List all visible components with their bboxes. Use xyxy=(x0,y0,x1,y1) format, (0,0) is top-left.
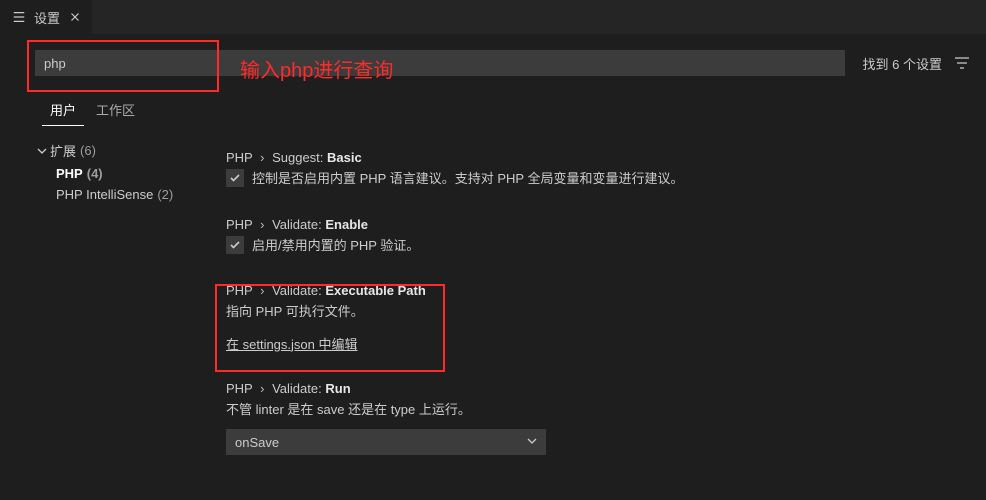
settings-tab-icon xyxy=(12,10,26,24)
select-value: onSave xyxy=(235,435,279,450)
filter-icon[interactable] xyxy=(950,51,974,75)
chevron-down-icon xyxy=(527,436,537,449)
tree-count: (2) xyxy=(157,187,173,202)
scope-tabs: 用户 工作区 xyxy=(42,94,143,126)
settings-tree: 扩展 (6) PHP (4) PHP IntelliSense (2) xyxy=(34,138,214,205)
settings-search-bar: 找到 6 个设置 xyxy=(35,49,974,77)
tree-label: PHP IntelliSense xyxy=(56,187,153,202)
setting-validate-executable-path: PHP › Validate: Executable Path 指向 PHP 可… xyxy=(226,283,970,353)
search-box[interactable] xyxy=(35,50,845,76)
tree-label: PHP xyxy=(56,166,83,181)
checkbox[interactable] xyxy=(226,236,244,254)
chevron-down-icon xyxy=(34,146,50,156)
setting-suggest-basic: PHP › Suggest: Basic 控制是否启用内置 PHP 语言建议。支… xyxy=(226,150,970,189)
scope-tab-workspace[interactable]: 工作区 xyxy=(88,94,143,126)
setting-title: PHP › Validate: Enable xyxy=(226,217,970,232)
tree-label: 扩展 xyxy=(50,141,76,160)
editor-tabs: 设置 xyxy=(0,0,986,35)
setting-title: PHP › Validate: Run xyxy=(226,381,970,396)
tab-title: 设置 xyxy=(34,8,60,27)
edit-in-settings-json-link[interactable]: 在 settings.json 中编辑 xyxy=(226,337,358,352)
setting-description: 不管 linter 是在 save 还是在 type 上运行。 xyxy=(226,400,970,420)
tab-settings[interactable]: 设置 xyxy=(0,0,92,35)
tree-item-php[interactable]: PHP (4) xyxy=(56,163,214,184)
setting-description: 指向 PHP 可执行文件。 xyxy=(226,302,970,322)
tree-count: (6) xyxy=(80,143,96,158)
setting-validate-run: PHP › Validate: Run 不管 linter 是在 save 还是… xyxy=(226,381,970,456)
setting-validate-enable: PHP › Validate: Enable 启用/禁用内置的 PHP 验证。 xyxy=(226,217,970,256)
checkbox[interactable] xyxy=(226,169,244,187)
setting-title: PHP › Validate: Executable Path xyxy=(226,283,970,298)
scope-tab-user[interactable]: 用户 xyxy=(42,94,84,126)
close-icon[interactable] xyxy=(68,10,82,24)
setting-description: 启用/禁用内置的 PHP 验证。 xyxy=(252,236,419,256)
tree-count: (4) xyxy=(87,166,103,181)
settings-content: PHP › Suggest: Basic 控制是否启用内置 PHP 语言建议。支… xyxy=(226,150,970,483)
setting-description: 控制是否启用内置 PHP 语言建议。支持对 PHP 全局变量和变量进行建议。 xyxy=(252,169,683,189)
tree-item-extensions[interactable]: 扩展 (6) xyxy=(34,138,214,163)
result-count: 找到 6 个设置 xyxy=(863,54,942,73)
search-input[interactable] xyxy=(44,56,836,71)
tree-item-intellisense[interactable]: PHP IntelliSense (2) xyxy=(56,184,214,205)
validate-run-select[interactable]: onSave xyxy=(226,429,546,455)
setting-title: PHP › Suggest: Basic xyxy=(226,150,970,165)
